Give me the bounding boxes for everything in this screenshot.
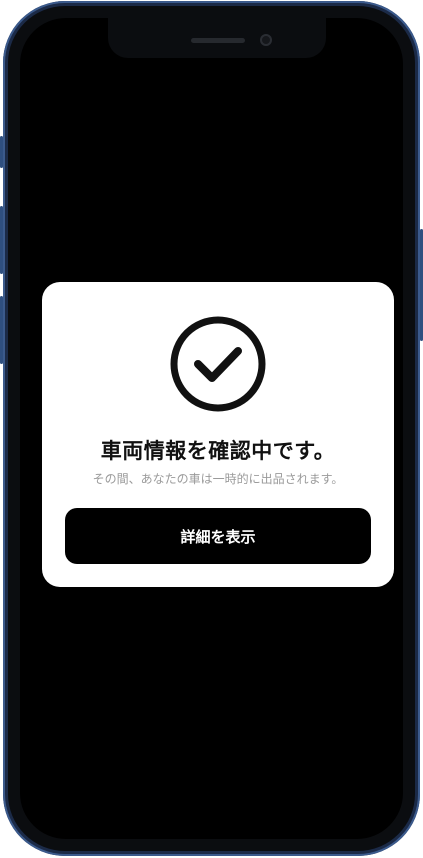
volume-down-button xyxy=(0,296,3,364)
phone-frame: 車両情報を確認中です。 その間、あなたの車は一時的に出品されます。 詳細を表示 xyxy=(0,1,423,856)
view-details-button[interactable]: 詳細を表示 xyxy=(65,508,371,564)
confirmation-dialog: 車両情報を確認中です。 その間、あなたの車は一時的に出品されます。 詳細を表示 xyxy=(42,282,394,587)
speaker-grille xyxy=(191,38,245,43)
dialog-subtitle: その間、あなたの車は一時的に出品されます。 xyxy=(92,472,344,486)
phone-screen: 車両情報を確認中です。 その間、あなたの車は一時的に出品されます。 詳細を表示 xyxy=(20,18,403,839)
front-camera xyxy=(260,34,272,46)
check-circle-icon xyxy=(170,316,266,412)
volume-up-button xyxy=(0,206,3,274)
phone-bezel: 車両情報を確認中です。 その間、あなたの車は一時的に出品されます。 詳細を表示 xyxy=(8,6,415,851)
dialog-title: 車両情報を確認中です。 xyxy=(100,439,336,463)
action-button xyxy=(0,136,3,168)
notch xyxy=(108,18,326,58)
